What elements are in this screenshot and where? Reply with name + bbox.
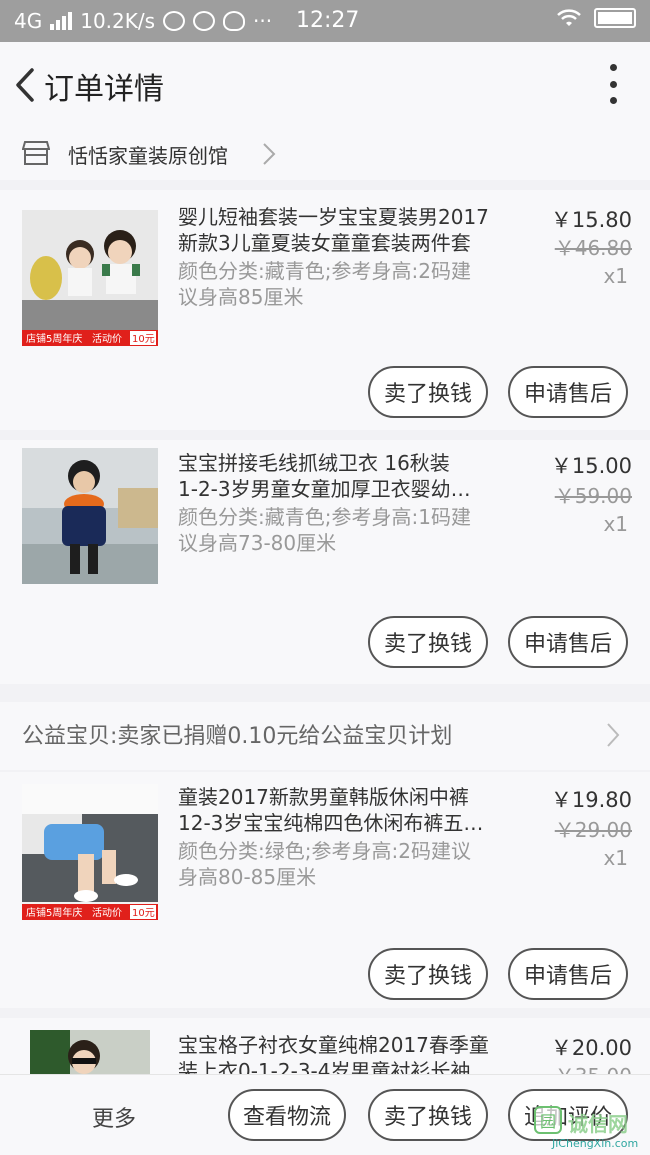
product-image[interactable]: 店铺5周年庆 活动价 10元 [22,210,158,346]
price-original: ￥46.80 [554,236,632,260]
chevron-right-icon [263,143,276,165]
product-image[interactable] [22,448,158,584]
charity-row[interactable]: 公益宝贝:卖家已捐赠0.10元给公益宝贝计划 [0,702,650,770]
order-item-4[interactable]: 宝宝格子衬衣女童纯棉2017春季童 装上衣0-1-2-3-4岁男童衬衫长袖 ￥2… [0,1018,650,1074]
product-image[interactable] [30,1030,150,1074]
more-button[interactable]: 更多 [92,1101,136,1133]
item-title[interactable]: 童装2017新款男童韩版休闲中裤 12-3岁宝宝纯棉四色休闲布裤五… [178,784,518,836]
sell-button[interactable]: 卖了换钱 [368,366,488,418]
item-title-line: 宝宝格子衬衣女童纯棉2017春季童 [178,1033,489,1057]
item-spec: 颜色分类:藏青色;参考身高:2码建 议身高85厘米 [178,258,508,310]
order-item-1[interactable]: 店铺5周年庆 活动价 10元 婴儿短袖套装一岁宝宝夏装男2017 新款3儿童夏装… [0,190,650,430]
item-spec-line: 颜色分类:藏青色;参考身高:2码建 [178,259,471,283]
nav-bar: 订单详情 [0,42,650,128]
banner-value: 10元 [132,334,155,345]
status-time: 12:27 [296,8,360,33]
item-spec-line: 颜色分类:藏青色;参考身高:1码建 [178,505,471,529]
status-bar: 4G 10.2K/s ··· 12:27 [0,0,650,42]
item-title-line: 童装2017新款男童韩版休闲中裤 [178,785,469,809]
banner-price: 活动价 [92,333,122,345]
quantity: x1 [603,846,628,870]
more-menu-icon[interactable] [606,64,620,104]
item-title-line: 新款3儿童夏装女童童套装两件套 [178,231,471,255]
weibo-icon [163,11,186,31]
network-speed: 10.2K/s [80,9,156,33]
page-title: 订单详情 [44,72,164,107]
item-title-line: 宝宝拼接毛线抓绒卫衣 16秋装 [178,451,450,475]
after-sales-button[interactable]: 申请售后 [508,366,628,418]
signal-icon [50,12,73,30]
price-current: ￥15.00 [550,454,632,478]
wifi-icon [557,9,581,26]
status-right [556,8,636,28]
shop-name: 恬恬家童装原创馆 [68,144,228,168]
price-original: ￥29.00 [554,818,632,842]
banner-text: 店铺5周年庆 [26,332,82,345]
banner-price: 活动价 [92,907,122,919]
store-icon [22,141,50,165]
product-image[interactable]: 店铺5周年庆 活动价 10元 [22,784,158,920]
shop-row[interactable]: 恬恬家童装原创馆 [0,128,650,180]
item-title-line: 12-3岁宝宝纯棉四色休闲布裤五… [178,811,484,835]
item-title[interactable]: 宝宝拼接毛线抓绒卫衣 16秋装 1-2-3岁男童女童加厚卫衣婴幼… [178,450,518,502]
app-icon [193,11,216,31]
qq-icon [223,11,246,31]
after-sales-button[interactable]: 申请售后 [508,948,628,1000]
watermark-text: 诚信网 [568,1112,628,1136]
price-original: ￥35.00 [555,1060,632,1074]
sell-button[interactable]: 卖了换钱 [368,616,488,668]
item-title[interactable]: 宝宝格子衬衣女童纯棉2017春季童 装上衣0-1-2-3-4岁男童衬衫长袖 [178,1032,518,1074]
price-current: ￥15.80 [550,208,632,232]
watermark-url: JiChengXin.com [552,1137,639,1150]
item-spec-line: 议身高73-80厘米 [178,531,337,555]
sell-button[interactable]: 卖了换钱 [368,1089,488,1141]
sell-button[interactable]: 卖了换钱 [368,948,488,1000]
price-original: ￥59.00 [554,484,632,508]
order-item-3[interactable]: 店铺5周年庆 活动价 10元 童装2017新款男童韩版休闲中裤 12-3岁宝宝纯… [0,772,650,1008]
item-title[interactable]: 婴儿短袖套装一岁宝宝夏装男2017 新款3儿童夏装女童童套装两件套 [178,204,518,256]
view-logistics-button[interactable]: 查看物流 [228,1089,346,1141]
price-current: ￥19.80 [550,788,632,812]
item-spec: 颜色分类:绿色;参考身高:2码建议 身高80-85厘米 [178,838,508,890]
item-spec: 颜色分类:藏青色;参考身高:1码建 议身高73-80厘米 [178,504,508,556]
status-left: 4G 10.2K/s ··· [14,9,272,33]
order-item-2[interactable]: 宝宝拼接毛线抓绒卫衣 16秋装 1-2-3岁男童女童加厚卫衣婴幼… 颜色分类:藏… [0,440,650,684]
watermark-logo-icon: 园 [534,1106,562,1134]
charity-text: 公益宝贝:卖家已捐赠0.10元给公益宝贝计划 [22,724,453,749]
price-current: ￥20.00 [550,1036,632,1060]
item-spec-line: 议身高85厘米 [178,285,304,309]
banner-value: 10元 [132,908,155,919]
battery-icon [594,8,636,28]
network-type: 4G [14,9,43,33]
ellipsis-icon: ··· [253,9,273,33]
banner-text: 店铺5周年庆 [26,906,82,919]
watermark: 园 诚信网 JiChengXin.com [532,1104,650,1155]
item-title-line: 婴儿短袖套装一岁宝宝夏装男2017 [178,205,489,229]
after-sales-button[interactable]: 申请售后 [508,616,628,668]
quantity: x1 [603,512,628,536]
item-title-line: 1-2-3岁男童女童加厚卫衣婴幼… [178,477,471,501]
quantity: x1 [603,264,628,288]
chevron-right-icon [607,723,620,747]
back-icon[interactable] [10,66,46,104]
item-spec-line: 身高80-85厘米 [178,865,317,889]
item-title-line: 装上衣0-1-2-3-4岁男童衬衫长袖 [178,1059,471,1074]
item-spec-line: 颜色分类:绿色;参考身高:2码建议 [178,839,471,863]
